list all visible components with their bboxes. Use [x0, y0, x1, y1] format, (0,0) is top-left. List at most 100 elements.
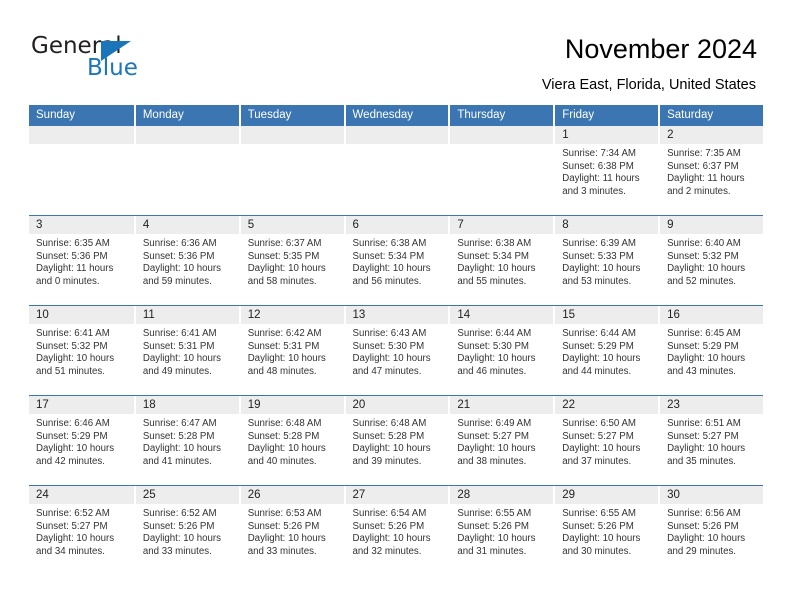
day-sun-info: Sunrise: 6:48 AM Sunset: 5:28 PM Daylight:… [241, 414, 344, 468]
day-number: 12 [240, 306, 344, 324]
daylight-text: Daylight: 10 hours and 46 minutes. [457, 353, 536, 377]
daylight-text: Daylight: 10 hours and 39 minutes. [352, 443, 431, 467]
day-sun-info: Sunrise: 6:49 AM Sunset: 5:27 PM Daylight:… [450, 414, 553, 468]
day-number: 18 [135, 396, 239, 414]
calendar-day-cell[interactable]: 18 Sunrise: 6:47 AM Sunset: 5:28 PM Dayligh… [133, 396, 239, 485]
day-sun-info: Sunrise: 6:52 AM Sunset: 5:27 PM Daylight:… [29, 504, 134, 558]
calendar-day-cell[interactable]: 17 Sunrise: 6:46 AM Sunset: 5:29 PM Dayligh… [29, 396, 134, 485]
calendar-day-cell[interactable]: 29 Sunrise: 6:55 AM Sunset: 5:26 PM Dayligh… [553, 486, 659, 575]
day-number: 17 [29, 396, 134, 414]
page-header: General Blue November 2024 Viera East, F… [0, 0, 792, 100]
sunrise-text: Sunrise: 6:48 AM [247, 418, 322, 429]
day-sun-info: Sunrise: 6:47 AM Sunset: 5:28 PM Daylight:… [136, 414, 239, 468]
calendar-day-cell[interactable]: 27 Sunrise: 6:54 AM Sunset: 5:26 PM Dayligh… [343, 486, 449, 575]
daylight-text: Daylight: 10 hours and 44 minutes. [562, 353, 641, 377]
day-number: 20 [345, 396, 449, 414]
daylight-text: Daylight: 10 hours and 59 minutes. [142, 263, 221, 287]
calendar-grid: Sunday Monday Tuesday Wednesday Thursday… [29, 105, 763, 575]
sunrise-text: Sunrise: 6:38 AM [457, 238, 532, 249]
sunset-text: Sunset: 5:34 PM [352, 250, 425, 262]
daylight-text: Daylight: 10 hours and 32 minutes. [352, 533, 431, 557]
calendar-day-cell[interactable]: 9 Sunrise: 6:40 AM Sunset: 5:32 PM Daylight… [658, 216, 763, 305]
sunset-text: Sunset: 5:35 PM [247, 250, 320, 262]
calendar-day-cell[interactable]: 8 Sunrise: 6:39 AM Sunset: 5:33 PM Daylight… [553, 216, 659, 305]
sunrise-text: Sunrise: 6:50 AM [562, 418, 636, 429]
weekday-header-wednesday: Wednesday [343, 105, 449, 126]
calendar-day-cell[interactable]: 13 Sunrise: 6:43 AM Sunset: 5:30 PM Dayligh… [343, 306, 449, 395]
calendar-day-cell[interactable]: 30 Sunrise: 6:56 AM Sunset: 5:26 PM Dayligh… [658, 486, 763, 575]
calendar-day-cell[interactable]: 26 Sunrise: 6:53 AM Sunset: 5:26 PM Dayligh… [238, 486, 344, 575]
day-sun-info: Sunrise: 6:36 AM Sunset: 5:36 PM Daylight:… [136, 234, 239, 288]
sunrise-text: Sunrise: 6:52 AM [142, 508, 217, 519]
calendar-day-cell[interactable]: 5 Sunrise: 6:37 AM Sunset: 5:35 PM Daylight… [238, 216, 344, 305]
sunset-text: Sunset: 5:36 PM [142, 250, 215, 262]
page-title: November 2024 [564, 34, 757, 64]
sunrise-text: Sunrise: 6:35 AM [36, 238, 110, 249]
day-number: 9 [660, 216, 763, 234]
weekday-header-friday: Friday [553, 105, 659, 126]
day-sun-info: Sunrise: 6:52 AM Sunset: 5:26 PM Daylight:… [136, 504, 239, 558]
sunset-text: Sunset: 5:31 PM [142, 340, 215, 352]
calendar-day-cell[interactable]: 3 Sunrise: 6:35 AM Sunset: 5:36 PM Daylight… [29, 216, 134, 305]
calendar-day-cell[interactable]: 25 Sunrise: 6:52 AM Sunset: 5:26 PM Dayligh… [133, 486, 239, 575]
daylight-text: Daylight: 11 hours and 2 minutes. [667, 173, 745, 197]
sunset-text: Sunset: 5:28 PM [142, 430, 215, 442]
sunrise-text: Sunrise: 6:54 AM [352, 508, 427, 519]
day-number: 1 [555, 126, 659, 144]
daylight-text: Daylight: 10 hours and 43 minutes. [667, 353, 746, 377]
calendar-day-cell[interactable]: 1 Sunrise: 7:34 AM Sunset: 6:38 PM Daylight… [553, 126, 659, 215]
day-sun-info: Sunrise: 6:54 AM Sunset: 5:26 PM Daylight:… [346, 504, 449, 558]
daylight-text: Daylight: 10 hours and 30 minutes. [562, 533, 641, 557]
calendar-day-cell[interactable]: 7 Sunrise: 6:38 AM Sunset: 5:34 PM Daylight… [448, 216, 554, 305]
day-number: 8 [555, 216, 659, 234]
calendar-day-cell[interactable]: 11 Sunrise: 6:41 AM Sunset: 5:31 PM Dayligh… [133, 306, 239, 395]
sunset-text: Sunset: 5:26 PM [352, 520, 425, 532]
sunset-text: Sunset: 5:33 PM [562, 250, 634, 262]
page-subtitle: Viera East, Florida, United States [541, 77, 756, 93]
day-number: 2 [660, 126, 763, 144]
day-number: 26 [240, 486, 344, 504]
daylight-text: Daylight: 11 hours and 3 minutes. [562, 173, 640, 197]
daylight-text: Daylight: 10 hours and 52 minutes. [667, 263, 746, 287]
daylight-text: Daylight: 10 hours and 42 minutes. [36, 443, 115, 467]
logo[interactable]: General Blue [31, 34, 251, 90]
day-number [135, 126, 239, 144]
calendar-weeks: 1 Sunrise: 7:34 AM Sunset: 6:38 PM Daylight… [29, 126, 763, 575]
calendar-day-cell[interactable]: 24 Sunrise: 6:52 AM Sunset: 5:27 PM Dayligh… [29, 486, 134, 575]
day-number: 13 [345, 306, 449, 324]
calendar-day-cell[interactable]: 22 Sunrise: 6:50 AM Sunset: 5:27 PM Dayligh… [553, 396, 659, 485]
sunset-text: Sunset: 5:27 PM [667, 430, 739, 442]
day-number: 14 [450, 306, 554, 324]
day-number: 28 [450, 486, 554, 504]
calendar-day-cell[interactable]: 4 Sunrise: 6:36 AM Sunset: 5:36 PM Daylight… [133, 216, 239, 305]
calendar-day-cell[interactable]: 21 Sunrise: 6:49 AM Sunset: 5:27 PM Dayligh… [448, 396, 554, 485]
calendar-day-cell[interactable]: 20 Sunrise: 6:48 AM Sunset: 5:28 PM Dayligh… [343, 396, 449, 485]
calendar-week-row: 10 Sunrise: 6:41 AM Sunset: 5:32 PM Dayligh… [29, 305, 763, 395]
day-sun-info: Sunrise: 6:56 AM Sunset: 5:26 PM Daylight:… [660, 504, 763, 558]
day-sun-info: Sunrise: 6:35 AM Sunset: 5:36 PM Daylight:… [29, 234, 134, 288]
calendar-day-cell[interactable]: 15 Sunrise: 6:44 AM Sunset: 5:29 PM Dayligh… [553, 306, 659, 395]
calendar-day-cell[interactable]: 23 Sunrise: 6:51 AM Sunset: 5:27 PM Dayligh… [658, 396, 763, 485]
sunrise-text: Sunrise: 7:34 AM [562, 148, 636, 159]
calendar-day-cell[interactable]: 6 Sunrise: 6:38 AM Sunset: 5:34 PM Daylight… [343, 216, 449, 305]
day-number: 23 [660, 396, 763, 414]
calendar-day-cell[interactable]: 14 Sunrise: 6:44 AM Sunset: 5:30 PM Dayligh… [448, 306, 554, 395]
calendar-day-cell[interactable]: 28 Sunrise: 6:55 AM Sunset: 5:26 PM Dayligh… [448, 486, 554, 575]
weekday-header-tuesday: Tuesday [238, 105, 344, 126]
day-number: 15 [555, 306, 659, 324]
calendar-day-cell[interactable]: 2 Sunrise: 7:35 AM Sunset: 6:37 PM Daylight… [658, 126, 763, 215]
daylight-text: Daylight: 10 hours and 33 minutes. [247, 533, 326, 557]
sunrise-text: Sunrise: 6:44 AM [562, 328, 636, 339]
calendar-day-cell-empty [133, 126, 239, 215]
day-number [240, 126, 344, 144]
day-number: 24 [29, 486, 134, 504]
calendar-day-cell[interactable]: 19 Sunrise: 6:48 AM Sunset: 5:28 PM Dayligh… [238, 396, 344, 485]
day-number: 4 [135, 216, 239, 234]
calendar-day-cell[interactable]: 10 Sunrise: 6:41 AM Sunset: 5:32 PM Dayligh… [29, 306, 134, 395]
sunrise-text: Sunrise: 6:47 AM [142, 418, 217, 429]
day-sun-info: Sunrise: 6:38 AM Sunset: 5:34 PM Daylight:… [346, 234, 449, 288]
day-number: 21 [450, 396, 554, 414]
calendar-day-cell[interactable]: 12 Sunrise: 6:42 AM Sunset: 5:31 PM Dayligh… [238, 306, 344, 395]
daylight-text: Daylight: 10 hours and 47 minutes. [352, 353, 431, 377]
calendar-day-cell[interactable]: 16 Sunrise: 6:45 AM Sunset: 5:29 PM Dayligh… [658, 306, 763, 395]
